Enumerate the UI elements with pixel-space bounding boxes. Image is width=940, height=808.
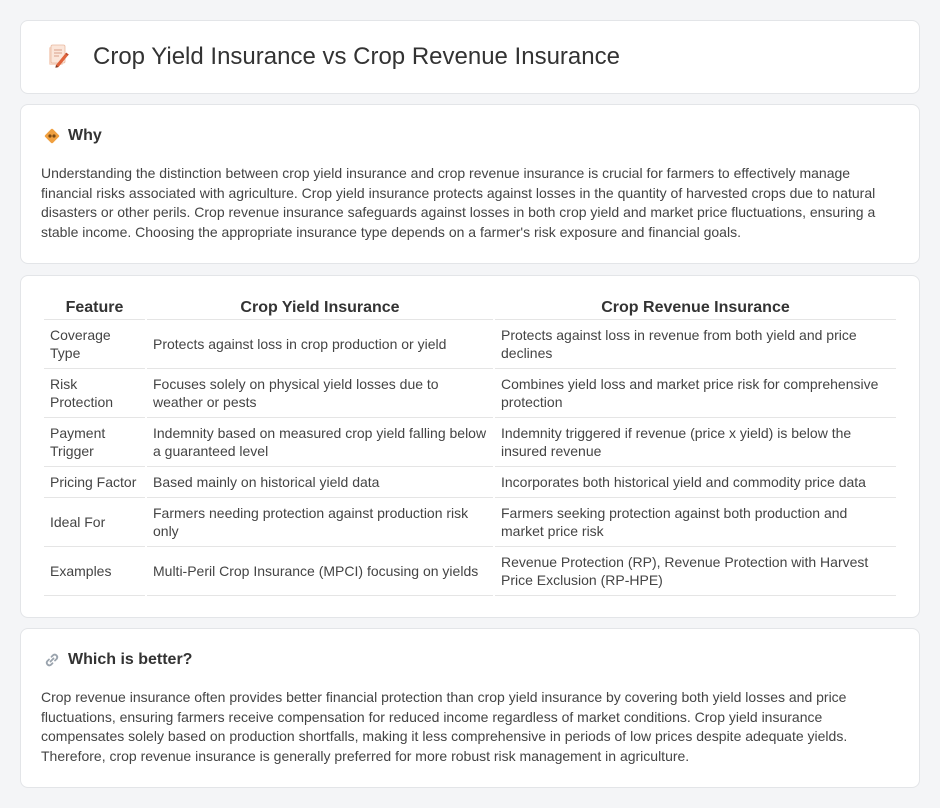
table-row: Pricing Factor Based mainly on historica…: [44, 467, 896, 498]
feature-cell: Pricing Factor: [44, 467, 145, 498]
table-row: Risk Protection Focuses solely on physic…: [44, 369, 896, 418]
header-crop-yield: Crop Yield Insurance: [147, 294, 493, 320]
which-better-section: Which is better? Crop revenue insurance …: [20, 628, 920, 788]
revenue-cell: Combines yield loss and market price ris…: [495, 369, 896, 418]
why-body: Understanding the distinction between cr…: [41, 165, 876, 240]
table-row: Payment Trigger Indemnity based on measu…: [44, 418, 896, 467]
yield-cell: Based mainly on historical yield data: [147, 467, 493, 498]
yield-cell: Farmers needing protection against produ…: [147, 498, 493, 547]
header-crop-revenue: Crop Revenue Insurance: [495, 294, 896, 320]
feature-cell: Ideal For: [44, 498, 145, 547]
header-feature: Feature: [44, 294, 145, 320]
why-title: Why: [68, 127, 102, 144]
revenue-cell: Protects against loss in revenue from bo…: [495, 320, 896, 369]
title-card: Crop Yield Insurance vs Crop Revenue Ins…: [20, 20, 920, 94]
revenue-cell: Incorporates both historical yield and c…: [495, 467, 896, 498]
table-row: Examples Multi-Peril Crop Insurance (MPC…: [44, 547, 896, 596]
revenue-cell: Farmers seeking protection against both …: [495, 498, 896, 547]
why-section: Why Understanding the distinction betwee…: [20, 104, 920, 264]
yield-cell: Focuses solely on physical yield losses …: [147, 369, 493, 418]
link-icon: [43, 651, 61, 669]
which-better-title: Which is better?: [68, 651, 193, 668]
which-better-body: Crop revenue insurance often provides be…: [41, 689, 848, 764]
page-title: Crop Yield Insurance vs Crop Revenue Ins…: [93, 43, 620, 70]
table-row: Ideal For Farmers needing protection aga…: [44, 498, 896, 547]
pencil-paper-icon: [47, 44, 69, 70]
yield-cell: Multi-Peril Crop Insurance (MPCI) focusi…: [147, 547, 493, 596]
feature-cell: Payment Trigger: [44, 418, 145, 467]
feature-cell: Coverage Type: [44, 320, 145, 369]
table-row: Coverage Type Protects against loss in c…: [44, 320, 896, 369]
revenue-cell: Revenue Protection (RP), Revenue Protect…: [495, 547, 896, 596]
yield-cell: Protects against loss in crop production…: [147, 320, 493, 369]
feature-cell: Risk Protection: [44, 369, 145, 418]
feature-cell: Examples: [44, 547, 145, 596]
diamond-sign-icon: [43, 127, 61, 145]
comparison-card: Feature Crop Yield Insurance Crop Revenu…: [20, 275, 920, 618]
yield-cell: Indemnity based on measured crop yield f…: [147, 418, 493, 467]
revenue-cell: Indemnity triggered if revenue (price x …: [495, 418, 896, 467]
table-header-row: Feature Crop Yield Insurance Crop Revenu…: [44, 294, 896, 320]
comparison-table: Feature Crop Yield Insurance Crop Revenu…: [42, 294, 898, 596]
